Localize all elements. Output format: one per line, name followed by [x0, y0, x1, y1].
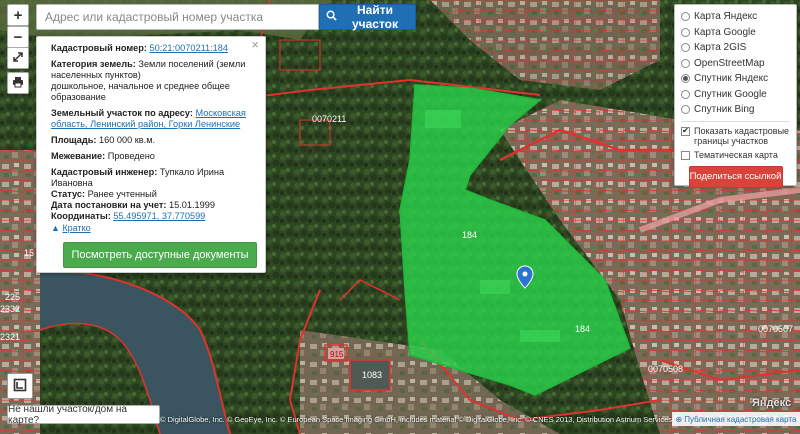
cad-number-link[interactable]: 50:21:0070211:184: [149, 43, 228, 53]
search-icon: [326, 10, 337, 24]
parcel-info-panel: × Кадастровый номер: 50:21:0070211:184 К…: [36, 36, 266, 273]
show-boundaries-option[interactable]: ✔ Показать кадастровые границы участков: [681, 126, 790, 146]
share-link-button[interactable]: Поделиться ссылкой: [688, 165, 783, 188]
radio-button[interactable]: [681, 74, 690, 84]
radio-button[interactable]: [681, 89, 690, 99]
map-label-block: 0070508: [648, 364, 683, 374]
engineer-label: Кадастровый инженер:: [51, 167, 158, 177]
map-label-block: 0070507: [758, 324, 793, 334]
map-label-number: 1083: [362, 370, 382, 380]
coordinates-label: Координаты:: [51, 211, 111, 221]
map-label-number: 15: [24, 248, 34, 258]
fullscreen-button[interactable]: [7, 47, 29, 69]
layer-option[interactable]: Карта Яндекс: [681, 9, 790, 25]
print-button[interactable]: [7, 72, 29, 94]
layer-option[interactable]: Спутник Bing: [681, 102, 790, 118]
radio-button[interactable]: [681, 12, 690, 22]
map-label-number: 2332: [0, 304, 20, 314]
map-layer-panel: Карта Яндекс Карта Google Карта 2GIS OpenSt…: [674, 4, 797, 188]
thematic-map-label: Тематическая карта: [694, 149, 778, 160]
layer-option-label: Карта 2GIS: [694, 42, 747, 54]
cad-number-label: Кадастровый номер:: [51, 43, 147, 53]
printer-icon: [12, 75, 24, 92]
layer-option[interactable]: OpenStreetMap: [681, 56, 790, 72]
category-label: Категория земель:: [51, 59, 136, 69]
radio-button[interactable]: [681, 27, 690, 37]
layer-option-label: Карта Google: [694, 26, 756, 38]
show-boundaries-checkbox[interactable]: ✔: [681, 126, 690, 136]
registration-date-label: Дата постановки на учет:: [51, 200, 167, 210]
survey-label: Межевание:: [51, 151, 106, 161]
coordinates-link[interactable]: 55.495971, 37.770599: [113, 211, 205, 221]
layer-option[interactable]: Карта 2GIS: [681, 40, 790, 56]
map-label-plot: 184: [575, 324, 590, 334]
thematic-map-checkbox[interactable]: [681, 150, 690, 160]
layer-option[interactable]: Карта Google: [681, 25, 790, 41]
globe-icon: ⊕: [675, 414, 683, 424]
survey-value: Проведено: [107, 151, 155, 161]
radio-button[interactable]: [681, 58, 690, 68]
legend-button[interactable]: [7, 373, 33, 399]
close-icon[interactable]: ×: [251, 38, 259, 51]
map-label-block: 0070211: [312, 114, 346, 124]
collapse-link[interactable]: ▲ Кратко: [51, 223, 257, 234]
map-label-plot: 184: [462, 230, 477, 240]
thematic-map-option[interactable]: Тематическая карта: [681, 150, 790, 160]
layer-option[interactable]: Спутник Google: [681, 87, 790, 103]
usage-value: дошкольное, начальное и среднее общее об…: [51, 81, 230, 102]
address-label: Земельный участок по адресу:: [51, 108, 193, 118]
find-parcel-button[interactable]: Найти участок: [319, 3, 416, 31]
public-cadastral-map-label: Публичная кадастровая карта: [684, 414, 797, 424]
map-label-number: 2321: [0, 332, 20, 342]
area-value: 160 000 кв.м.: [99, 135, 156, 145]
show-boundaries-label: Показать кадастровые границы участков: [694, 125, 790, 146]
parcel-not-found-button[interactable]: Не нашли участок/дом на карте?: [7, 404, 160, 426]
divider: [681, 120, 790, 122]
layer-option-label: Карта Яндекс: [694, 11, 758, 23]
layer-option-label: Спутник Google: [694, 88, 767, 100]
public-cadastral-map-link[interactable]: ⊕ Публичная кадастровая карта: [672, 412, 800, 426]
find-parcel-label: Найти участок: [351, 3, 399, 31]
map-label-number: 225: [5, 292, 20, 302]
layer-option-label: Спутник Яндекс: [694, 73, 769, 85]
zoom-in-button[interactable]: +: [7, 4, 29, 26]
expand-icon: [12, 50, 24, 67]
collapse-label: Кратко: [62, 223, 91, 233]
view-documents-button[interactable]: Посмотреть доступные документы: [63, 242, 257, 268]
layer-option-label: Спутник Bing: [694, 104, 755, 116]
yandex-logo: Яндекс: [752, 397, 792, 409]
map-label-number: 915: [330, 350, 344, 359]
legend-icon: [13, 378, 27, 395]
radio-button[interactable]: [681, 43, 690, 53]
layer-option-label: OpenStreetMap: [694, 57, 765, 69]
registration-date-value: 15.01.1999: [168, 200, 215, 210]
area-label: Площадь:: [51, 135, 97, 145]
search-input[interactable]: [36, 4, 319, 30]
layer-option[interactable]: Спутник Яндекс: [681, 71, 790, 87]
caret-up-icon: ▲: [51, 223, 60, 233]
map-attribution: © DigitalGlobe, Inc. © GeoEye, Inc. © Eu…: [160, 415, 672, 424]
status-value: Ранее учтенный: [87, 189, 157, 199]
status-label: Статус:: [51, 189, 86, 199]
zoom-out-button[interactable]: −: [7, 26, 29, 48]
radio-button[interactable]: [681, 105, 690, 115]
